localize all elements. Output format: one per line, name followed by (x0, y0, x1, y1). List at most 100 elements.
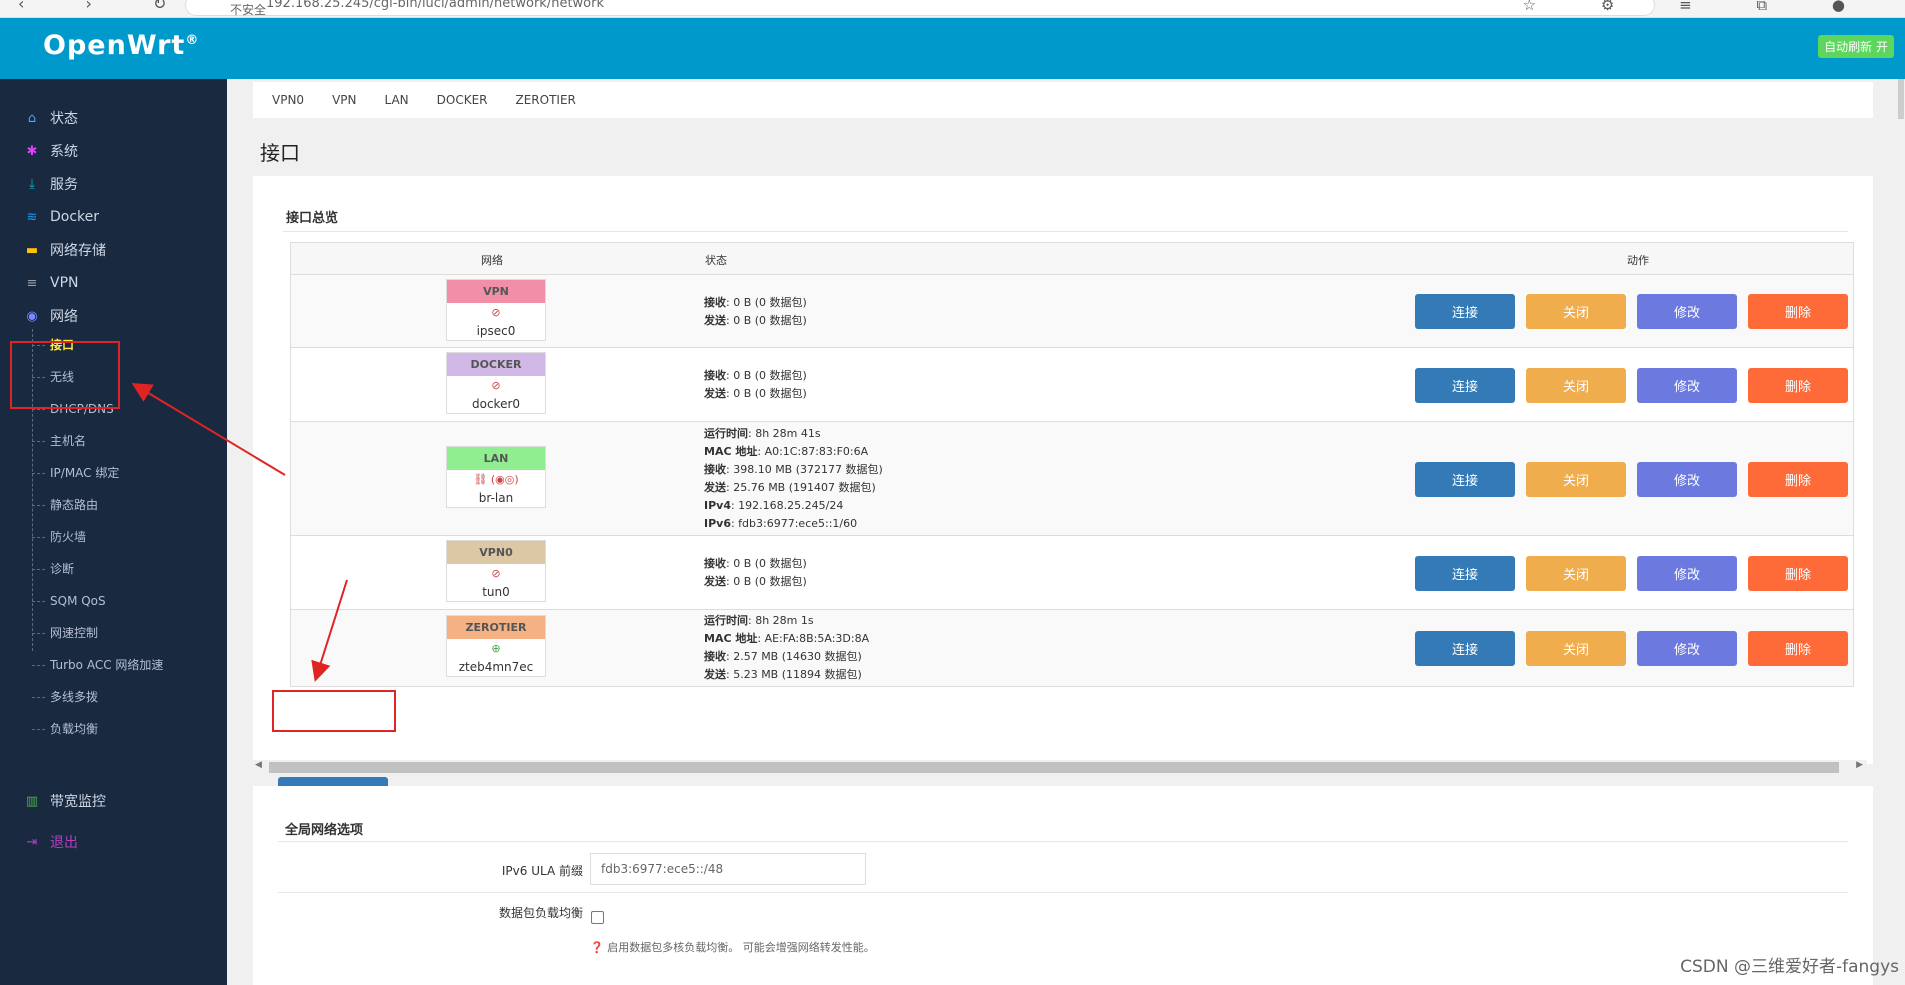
connect-button[interactable]: 连接 (1415, 631, 1515, 666)
delete-button[interactable]: 删除 (1748, 631, 1848, 666)
delete-button[interactable]: 删除 (1748, 556, 1848, 591)
gears-icon: ✱ (26, 143, 38, 159)
sidebar-item-globe[interactable]: ◉ 网络 (24, 306, 78, 326)
tab-vpn[interactable]: VPN (332, 93, 356, 107)
interface-status: 接收: 0 B (0 数据包) 发送: 0 B (0 数据包) (704, 555, 807, 591)
brand-logo[interactable]: OpenWrt® (43, 30, 199, 61)
connect-button[interactable]: 连接 (1415, 294, 1515, 329)
status-value: : 8h 28m 1s (748, 614, 814, 627)
connected-icon: ⊕ (491, 642, 501, 655)
sidebar-item-logout[interactable]: ⇥ 退出 (24, 832, 78, 852)
scroll-right-icon[interactable]: ▶ (1856, 760, 1863, 770)
sidebar-item-download[interactable]: ⤓ 服务 (24, 174, 78, 194)
packet-steering-checkbox[interactable] (591, 911, 604, 924)
edit-button[interactable]: 修改 (1637, 368, 1737, 403)
stop-button[interactable]: 关闭 (1526, 631, 1626, 666)
interface-device-name: zteb4mn7ec (458, 660, 534, 674)
status-line: 接收: 0 B (0 数据包) (704, 294, 807, 312)
status-line: 发送: 25.76 MB (191407 数据包) (704, 479, 883, 497)
row-actions: 连接 关闭 修改 删除 (1415, 368, 1848, 403)
submenu-item[interactable]: 防火墙 (32, 529, 86, 545)
submenu-item[interactable]: 诊断 (32, 561, 74, 577)
status-value: : 0 B (0 数据包) (726, 296, 807, 309)
connect-button[interactable]: 连接 (1415, 368, 1515, 403)
stop-button[interactable]: 关闭 (1526, 556, 1626, 591)
submenu-item[interactable]: Turbo ACC 网络加速 (32, 657, 163, 673)
status-value: : 2.57 MB (14630 数据包) (726, 650, 862, 663)
interface-device-name: tun0 (482, 585, 510, 599)
sidebar-item-label: 网络存储 (50, 243, 106, 259)
interface-status: 运行时间: 8h 28m 1s MAC 地址: AE:FA:8B:5A:3D:8A… (704, 612, 869, 684)
annotation-highlight-network (10, 341, 120, 409)
stop-button[interactable]: 关闭 (1526, 462, 1626, 497)
horizontal-scrollbar[interactable]: ◀ ▶ (253, 760, 1867, 775)
browser-toolbar: ‹ › ↻ ⌂ 192.168.25.245/cgi-bin/luci/admi… (0, 0, 1905, 18)
sidebar-item-gears[interactable]: ✱ 系统 (24, 141, 78, 161)
submenu-item[interactable]: 多线多拨 (32, 689, 98, 705)
table-row: LAN ⛓ (◉◎) br-lan 运行时间: 8h 28m 41s MAC 地址: A… (291, 422, 1853, 536)
edit-button[interactable]: 修改 (1637, 294, 1737, 329)
tab-lan[interactable]: LAN (384, 93, 408, 107)
sidebar-item-label: Docker (50, 209, 100, 225)
sidebar-item-docker[interactable]: ≋ Docker (24, 207, 99, 227)
submenu-item[interactable]: 主机名 (32, 433, 86, 449)
overview-title: 接口总览 (286, 211, 339, 226)
status-line: 接收: 0 B (0 数据包) (704, 367, 807, 385)
delete-button[interactable]: 删除 (1748, 462, 1848, 497)
submenu-item[interactable]: IP/MAC 绑定 (32, 465, 119, 481)
edit-button[interactable]: 修改 (1637, 631, 1737, 666)
tab-docker[interactable]: DOCKER (437, 93, 488, 107)
interface-overview-card: 接口总览 网络 状态 动作 VPN ⊘ ipsec0 接收: 0 B (0 数据包) 发… (253, 176, 1873, 809)
status-line: 发送: 0 B (0 数据包) (704, 385, 807, 403)
interface-label: ZEROTIER (447, 616, 545, 639)
disconnected-icon: ⊘ (491, 306, 501, 319)
header-network: 网络 (481, 254, 503, 267)
ula-prefix-input[interactable] (590, 853, 866, 885)
ula-label: IPv6 ULA 前缀 (501, 864, 583, 878)
browser-action-icons[interactable]: ☆ ⚙ ≡ ⧉ ● (1523, 0, 1875, 14)
submenu-item[interactable]: 静态路由 (32, 497, 98, 513)
status-value: : A0:1C:87:83:F0:6A (757, 445, 869, 458)
scroll-left-icon[interactable]: ◀ (255, 760, 262, 770)
sidebar-item-chart[interactable]: ▥ 带宽监控 (24, 791, 106, 811)
status-line: 接收: 0 B (0 数据包) (704, 555, 807, 573)
status-key: 运行时间 (704, 614, 748, 627)
status-value: : 0 B (0 数据包) (726, 369, 807, 382)
sidebar-item-hdd[interactable]: ▬ 网络存储 (24, 240, 106, 260)
sidebar-item-home[interactable]: ⌂ 状态 (24, 108, 78, 128)
sidebar-item-label: VPN (50, 275, 79, 291)
row-actions: 连接 关闭 修改 删除 (1415, 294, 1848, 329)
scrollbar-thumb[interactable] (1898, 79, 1904, 119)
tab-zerotier[interactable]: ZEROTIER (516, 93, 576, 107)
tab-vpn0[interactable]: VPN0 (272, 93, 304, 107)
sidebar-item-label: 状态 (50, 111, 78, 127)
vertical-scrollbar[interactable] (1896, 79, 1905, 985)
stop-button[interactable]: 关闭 (1526, 294, 1626, 329)
delete-button[interactable]: 删除 (1748, 368, 1848, 403)
connect-button[interactable]: 连接 (1415, 462, 1515, 497)
submenu-item[interactable]: 网速控制 (32, 625, 98, 641)
edit-button[interactable]: 修改 (1637, 556, 1737, 591)
scrollbar-thumb[interactable] (269, 762, 1839, 773)
stop-button[interactable]: 关闭 (1526, 368, 1626, 403)
submenu-item[interactable]: 负载均衡 (32, 721, 98, 737)
sidebar-item-list[interactable]: ≡ VPN (24, 273, 79, 293)
interface-label: VPN0 (447, 541, 545, 564)
interface-status: 接收: 0 B (0 数据包) 发送: 0 B (0 数据包) (704, 294, 807, 330)
status-key: 发送 (704, 668, 726, 681)
status-line: MAC 地址: AE:FA:8B:5A:3D:8A (704, 630, 869, 648)
delete-button[interactable]: 删除 (1748, 294, 1848, 329)
interface-badge: VPN ⊘ ipsec0 (446, 279, 546, 341)
status-key: IPv6 (704, 517, 731, 530)
global-options-card: 全局网络选项 IPv6 ULA 前缀 数据包负载均衡 ❓ 启用数据包多核负载均衡… (253, 786, 1873, 985)
bridge-icon: ⛓ (◉◎) (473, 473, 519, 486)
edit-button[interactable]: 修改 (1637, 462, 1737, 497)
interface-badge: DOCKER ⊘ docker0 (446, 352, 546, 414)
url-text: 192.168.25.245/cgi-bin/luci/admin/networ… (266, 0, 605, 11)
auto-refresh-badge[interactable]: 自动刷新 开 (1818, 35, 1894, 58)
address-bar[interactable]: 192.168.25.245/cgi-bin/luci/admin/networ… (185, 0, 1655, 16)
interface-badge: LAN ⛓ (◉◎) br-lan (446, 446, 546, 508)
divider (278, 892, 1848, 893)
submenu-item[interactable]: SQM QoS (32, 593, 106, 609)
connect-button[interactable]: 连接 (1415, 556, 1515, 591)
